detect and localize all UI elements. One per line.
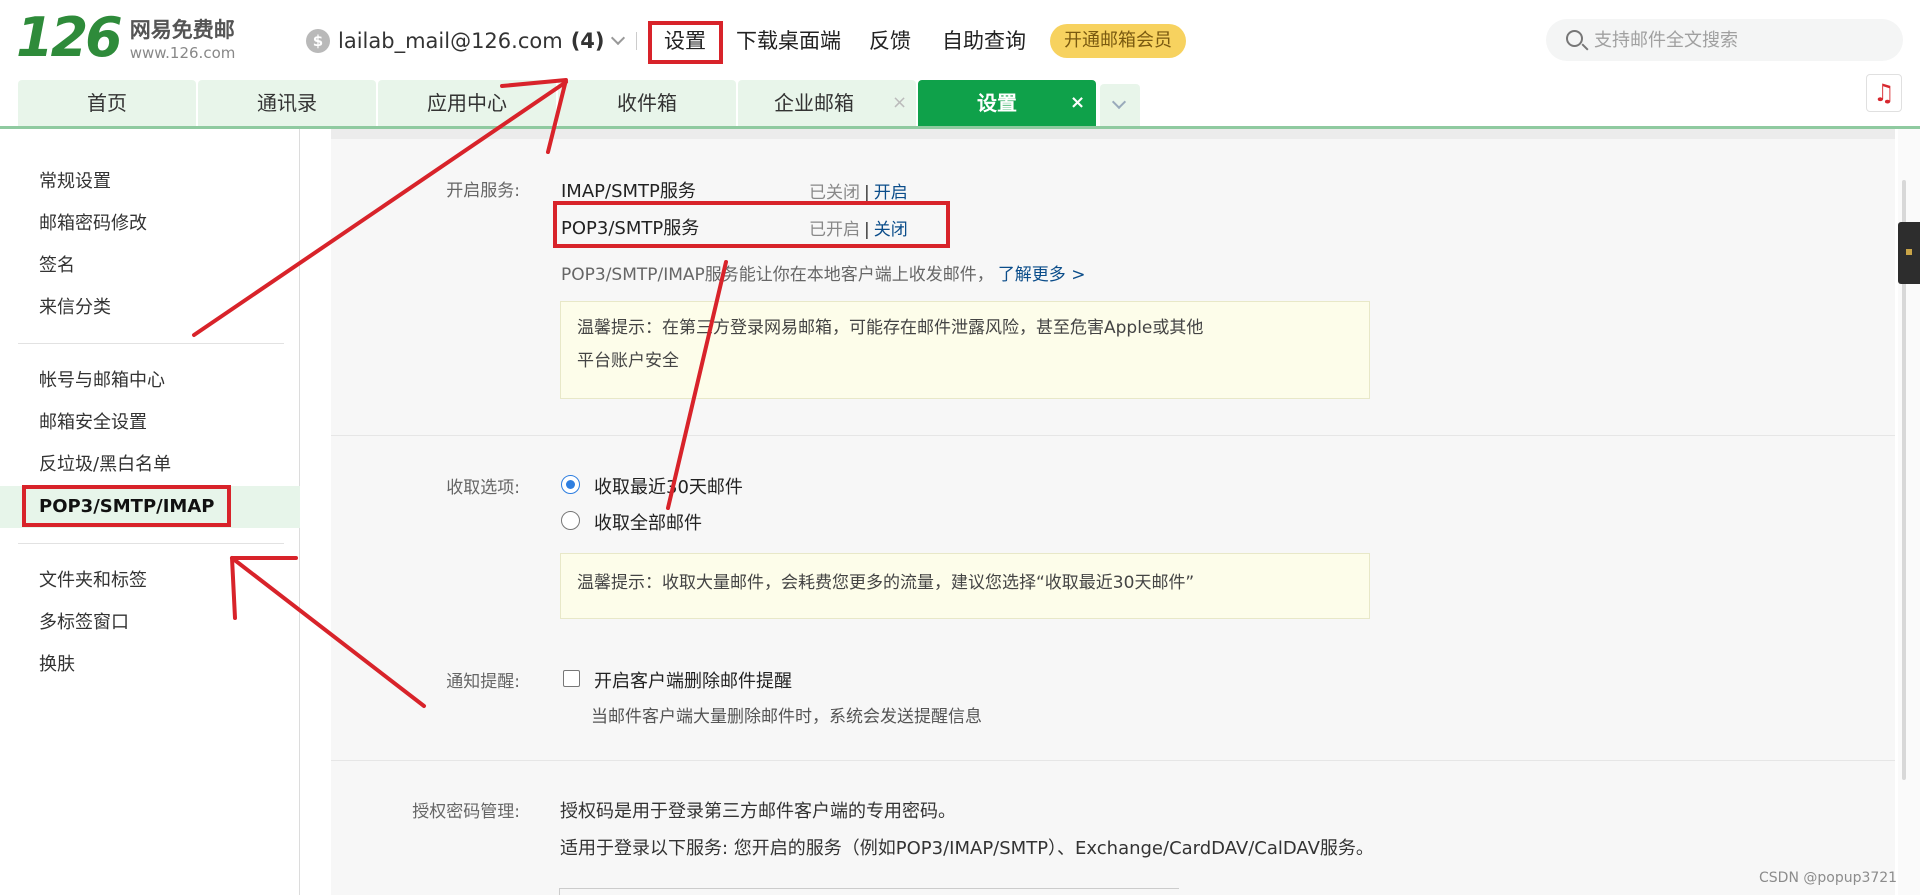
coin-icon: $ [306, 29, 330, 53]
chevron-down-icon [610, 30, 625, 46]
side-panel-handle[interactable] [1898, 222, 1920, 284]
tab-home[interactable]: 首页 [18, 80, 196, 126]
music-icon[interactable]: ♫ [1866, 74, 1902, 112]
receive-all-radio[interactable] [561, 511, 580, 530]
imap-state: 已关闭 [809, 183, 860, 203]
auth-code-services: 适用于登录以下服务: 您开启的服务（例如POP3/IMAP/SMTP）、Exch… [560, 838, 1374, 859]
services-info: POP3/SMTP/IMAP服务能让你在本地客户端上收发邮件， 了解更多 > [561, 260, 1085, 285]
header: 126 网易免费邮 www.126.com $ lailab_mail@126.… [0, 0, 1920, 80]
account-email: lailab_mail@126.com [338, 29, 563, 53]
sidebar-divider [18, 543, 284, 544]
header-separator [636, 32, 637, 50]
services-warning-notice: 温馨提示：在第三方登录网易邮箱，可能存在邮件泄露风险，甚至危害Apple或其他 … [560, 301, 1370, 399]
self-query-link[interactable]: 自助查询 [942, 24, 1026, 58]
annotation-box-settings [648, 21, 723, 64]
receive-recent-radio[interactable] [561, 475, 580, 494]
imap-enable-link[interactable]: 开启 [874, 183, 908, 203]
sidebar-item-folders-tags[interactable]: 文件夹和标签 [0, 560, 300, 602]
tab-app-center[interactable]: 应用中心 [378, 80, 556, 126]
download-desktop-link[interactable]: 下载桌面端 [736, 24, 841, 58]
imap-service-name: IMAP/SMTP服务 [561, 181, 696, 202]
notice-line: 平台账户安全 [577, 351, 679, 371]
auth-code-table [559, 888, 1179, 895]
app-root: { "logo": {"number": "126", "cn": "网易免费邮… [0, 0, 1920, 895]
close-icon[interactable]: × [1070, 94, 1085, 112]
vip-membership-button[interactable]: 开通邮箱会员 [1050, 24, 1186, 58]
tab-inbox[interactable]: 收件箱 [558, 80, 736, 126]
logo-url: www.126.com [129, 44, 236, 62]
annotation-box-sidebar [22, 485, 231, 527]
sidebar-item-account-center[interactable]: 帐号与邮箱中心 [0, 360, 300, 402]
logo[interactable]: 126 网易免费邮 www.126.com [16, 6, 236, 69]
sidebar-item-signature[interactable]: 签名 [0, 245, 300, 287]
unread-count: (4) [570, 29, 605, 53]
sidebar-item-skin[interactable]: 换肤 [0, 644, 300, 686]
sidebar-item-antispam[interactable]: 反垃圾/黑白名单 [0, 444, 300, 486]
imap-service-status: 已关闭 | 开启 [809, 178, 908, 203]
sidebar-divider [18, 343, 284, 344]
learn-more-link[interactable]: 了解更多 > [998, 265, 1086, 285]
receive-all-label[interactable]: 收取全部邮件 [594, 509, 702, 535]
tab-contacts[interactable]: 通讯录 [198, 80, 376, 126]
close-icon[interactable]: × [892, 94, 907, 112]
tab-label: 企业邮箱 [774, 91, 854, 115]
feedback-link[interactable]: 反馈 [869, 24, 911, 58]
search-input[interactable] [1594, 19, 1884, 61]
sidebar-item-password[interactable]: 邮箱密码修改 [0, 203, 300, 245]
delete-reminder-label[interactable]: 开启客户端删除邮件提醒 [594, 667, 792, 693]
notice-line: 温馨提示：在第三方登录网易邮箱，可能存在邮件泄露风险，甚至危害Apple或其他 [577, 318, 1204, 338]
search-icon[interactable] [1566, 30, 1583, 47]
delete-reminder-hint: 当邮件客户端大量删除邮件时，系统会发送提醒信息 [591, 707, 982, 727]
account-switcher[interactable]: $ lailab_mail@126.com (4) [306, 27, 625, 55]
logo-number: 126 [16, 6, 123, 69]
tab-settings[interactable]: 设置 × [918, 80, 1096, 126]
auth-code-desc: 授权码是用于登录第三方邮件客户端的专用密码。 [560, 801, 956, 822]
auth-code-label: 授权密码管理: [412, 802, 520, 822]
services-label: 开启服务: [446, 181, 520, 201]
logo-text: 网易免费邮 www.126.com [130, 12, 236, 62]
annotation-box-pop3 [553, 201, 950, 248]
sidebar-item-multi-tab[interactable]: 多标签窗口 [0, 602, 300, 644]
section-divider [331, 435, 1895, 436]
sidebar-item-security[interactable]: 邮箱安全设置 [0, 402, 300, 444]
notify-label: 通知提醒: [446, 672, 520, 692]
pipe-separator: | [864, 183, 870, 203]
notice-line: 温馨提示：收取大量邮件，会耗费您更多的流量，建议您选择“收取最近30天邮件” [577, 573, 1195, 593]
panel-top-strip [331, 129, 1895, 139]
tab-more-dropdown[interactable] [1100, 84, 1140, 126]
watermark: CSDN @popup3721 [1759, 870, 1898, 886]
section-divider [331, 760, 1895, 761]
delete-reminder-checkbox[interactable] [563, 670, 580, 687]
sidebar-item-general[interactable]: 常规设置 [0, 161, 300, 203]
receive-options-label: 收取选项: [446, 478, 520, 498]
tab-enterprise-mail[interactable]: 企业邮箱 × [738, 80, 916, 126]
search-box[interactable] [1546, 19, 1903, 61]
tab-label: 设置 [977, 91, 1017, 115]
receive-warning-notice: 温馨提示：收取大量邮件，会耗费您更多的流量，建议您选择“收取最近30天邮件” [560, 553, 1370, 619]
sidebar-item-mail-filter[interactable]: 来信分类 [0, 287, 300, 329]
receive-recent-label[interactable]: 收取最近30天邮件 [594, 473, 743, 499]
logo-cn: 网易免费邮 [129, 18, 235, 42]
services-info-text: POP3/SMTP/IMAP服务能让你在本地客户端上收发邮件， [561, 265, 994, 285]
